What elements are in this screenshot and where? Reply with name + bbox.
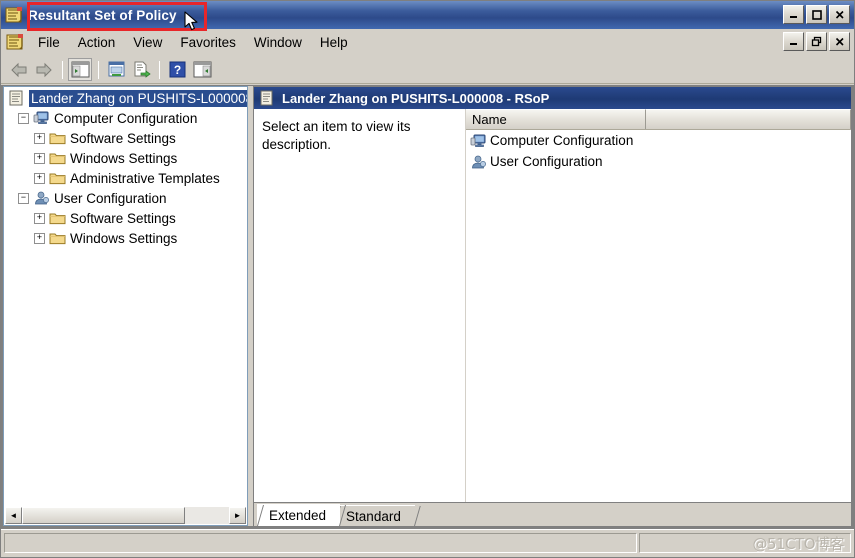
tree-node-user-configuration[interactable]: − User Configuration [4,188,247,208]
tab-extended[interactable]: Extended [257,504,341,526]
mdi-close-button[interactable] [829,32,850,51]
view-tabs: Extended Standard [254,502,851,526]
column-header-name[interactable]: Name [466,109,646,129]
menu-item-file[interactable]: File [29,32,69,53]
toolbar-separator [159,60,160,79]
console-tree-pane: Lander Zhang on PUSHITS-L000008 - RSoP − [3,86,248,526]
rsop-scroll-icon [4,5,24,25]
tree-node-computer-software-settings[interactable]: + Software Settings [4,128,247,148]
column-header-blank[interactable] [646,109,851,129]
collapse-expander-icon[interactable]: − [18,112,29,124]
show-hide-action-pane-button[interactable] [190,58,214,81]
tree-node-label: Administrative Templates [70,170,220,186]
maximize-button[interactable] [806,5,827,24]
mdi-minimize-button[interactable] [783,32,804,51]
list-item-label: User Configuration [490,154,603,169]
folder-icon [49,130,66,146]
menu-item-favorites[interactable]: Favorites [171,32,245,53]
tab-label: Extended [269,508,327,523]
expand-expander-icon[interactable]: + [34,172,45,184]
child-window-titlebar: Lander Zhang on PUSHITS-L000008 - RSoP [254,87,851,109]
properties-button[interactable] [104,58,128,81]
tree-node-label: Software Settings [70,130,176,146]
list-item-user-configuration[interactable]: User Configuration [466,151,851,172]
toolbar: ? [1,56,854,84]
folder-icon [49,230,66,246]
list-view-pane: Name Computer Configuration User Configu… [465,109,851,504]
rsop-child-window: Lander Zhang on PUSHITS-L000008 - RSoP S… [253,86,852,527]
menu-bar: File Action View Favorites Window Help [1,29,854,56]
tree-node-label: Windows Settings [70,150,178,166]
show-hide-console-tree-button[interactable] [68,58,92,81]
tree-node-rsop-root[interactable]: Lander Zhang on PUSHITS-L000008 - RSoP [4,88,247,108]
rsop-mmc-window: Resultant Set of Policy File Action View… [0,0,855,558]
mdi-restore-button[interactable] [806,32,827,51]
rsop-scroll-icon [259,90,275,106]
mdi-child-controls [783,32,850,51]
collapse-expander-icon[interactable]: − [18,192,29,204]
back-button[interactable] [7,58,31,81]
description-text: Select an item to view its description. [262,119,411,152]
menu-item-help[interactable]: Help [311,32,357,53]
folder-icon [49,170,66,186]
list-view-header: Name [466,109,851,130]
list-item-computer-configuration[interactable]: Computer Configuration [466,130,851,151]
scrollbar-thumb[interactable] [22,507,185,524]
computer-icon [470,133,487,149]
forward-button[interactable] [32,58,56,81]
scroll-left-button[interactable]: ◄ [5,507,22,524]
expand-expander-icon[interactable]: + [34,152,45,164]
svg-text:?: ? [173,63,180,77]
tree-horizontal-scrollbar[interactable]: ◄ ► [5,507,246,524]
folder-icon [49,210,66,226]
menu-item-window[interactable]: Window [245,32,311,53]
list-item-label: Computer Configuration [490,133,634,148]
status-right-pane: @51CTO博客 [639,533,851,553]
close-button[interactable] [829,5,850,24]
tree-node-label: Computer Configuration [54,110,198,126]
console-tree: Lander Zhang on PUSHITS-L000008 - RSoP − [4,87,247,507]
tree-node-label: Windows Settings [70,230,178,246]
computer-icon [33,110,50,126]
rsop-scroll-icon [8,90,25,106]
console-scroll-icon [5,32,25,52]
mdi-client-area: Lander Zhang on PUSHITS-L000008 - RSoP − [1,85,854,529]
tree-node-administrative-templates[interactable]: + Administrative Templates [4,168,247,188]
user-icon [470,154,487,170]
toolbar-separator [98,60,99,79]
expand-expander-icon[interactable]: + [34,212,45,224]
child-window-body: Select an item to view its description. … [254,109,851,504]
tree-node-user-windows-settings[interactable]: + Windows Settings [4,228,247,248]
tree-node-computer-windows-settings[interactable]: + Windows Settings [4,148,247,168]
description-pane: Select an item to view its description. [254,109,465,504]
tab-standard[interactable]: Standard [334,505,415,526]
toolbar-separator [62,60,63,79]
window-controls [783,5,850,24]
menu-item-view[interactable]: View [124,32,171,53]
watermark-label: @51CTO博客 [752,534,844,553]
tree-node-label: Software Settings [70,210,176,226]
status-message-pane [4,533,637,553]
expand-expander-icon[interactable]: + [34,232,45,244]
menu-item-action[interactable]: Action [69,32,125,53]
scrollbar-track[interactable] [185,507,229,524]
expand-expander-icon[interactable]: + [34,132,45,144]
tree-node-computer-configuration[interactable]: − Computer Configuration [4,108,247,128]
help-button[interactable]: ? [165,58,189,81]
child-window-title: Lander Zhang on PUSHITS-L000008 - RSoP [282,90,550,106]
minimize-button[interactable] [783,5,804,24]
window-title: Resultant Set of Policy [28,7,177,23]
scroll-right-button[interactable]: ► [229,507,246,524]
tree-node-label: User Configuration [54,190,167,206]
export-list-button[interactable] [129,58,153,81]
folder-icon [49,150,66,166]
tab-label: Standard [346,508,401,524]
window-titlebar: Resultant Set of Policy [1,1,854,29]
user-icon [33,190,50,206]
tree-node-user-software-settings[interactable]: + Software Settings [4,208,247,228]
tree-node-label: Lander Zhang on PUSHITS-L000008 - RSoP [29,89,247,107]
status-bar: @51CTO博客 [1,529,854,557]
